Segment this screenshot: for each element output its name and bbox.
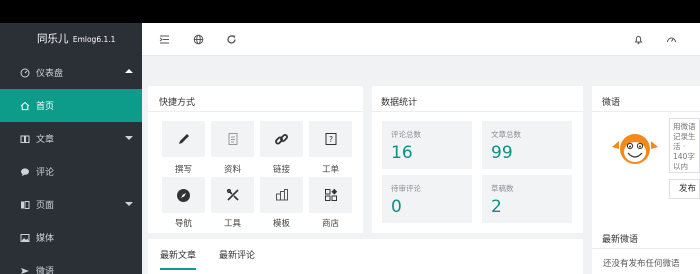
shortcut-label: 资料 (223, 165, 241, 175)
stat-value: 99 (491, 143, 513, 163)
shortcut-write[interactable] (162, 121, 205, 157)
stat-pending-comments[interactable]: 待审评论 0 (382, 175, 472, 223)
sidebar-item-label: 首页 (36, 102, 55, 112)
weiyu-title: 微语 (602, 98, 621, 108)
mascot-icon (612, 134, 658, 164)
weiyu-card: 微语 发布 (592, 86, 700, 233)
brand[interactable]: 同乐儿 Emlog6.1.1 (0, 23, 142, 56)
shortcut-label: 模板 (272, 219, 290, 229)
brand-name: 同乐儿 (37, 33, 69, 45)
template-icon (275, 189, 288, 201)
comment-icon (21, 167, 29, 176)
shortcut-label: 工单 (321, 165, 339, 175)
refresh-icon[interactable] (226, 34, 237, 45)
sidebar-item-label: 媒体 (36, 234, 55, 244)
brand-version: Emlog6.1.1 (72, 35, 116, 44)
page-icon (21, 200, 30, 209)
latest-weiyu-title: 最新微语 (602, 235, 639, 245)
top-header (142, 23, 700, 56)
stat-label: 评论总数 (391, 130, 421, 139)
compass-icon (177, 188, 190, 202)
latest-weiyu-empty: 还没有发布任何微语 (603, 259, 680, 269)
stat-drafts[interactable]: 草稿数 2 (482, 175, 572, 223)
stat-label: 文章总数 (491, 130, 521, 139)
weiyu-input[interactable] (669, 118, 700, 173)
shortcut-ticket[interactable]: ? (309, 121, 352, 157)
shortcut-tools[interactable] (211, 177, 254, 213)
stats-card: 数据统计 评论总数 16 文章总数 99 待审评论 0 草稿数 2 (372, 86, 583, 233)
home-icon (20, 101, 30, 110)
document-icon (228, 133, 237, 145)
stat-value: 0 (391, 197, 402, 217)
pencil-icon (178, 134, 189, 144)
link-icon (275, 133, 288, 144)
shortcut-label: 链接 (272, 165, 290, 175)
shortcut-label: 导航 (174, 219, 192, 229)
sidebar-item-dashboard[interactable]: 仪表盘 (0, 56, 142, 89)
divider (592, 111, 700, 112)
shortcut-label: 商店 (321, 219, 339, 229)
posts-tabs-card: 最新文章 最新评论 (148, 239, 583, 274)
sidebar-item-label: 仪表盘 (36, 69, 64, 79)
stat-label: 待审评论 (391, 184, 421, 193)
shortcut-template[interactable] (260, 177, 303, 213)
shortcuts-card: 快捷方式 撰写 资料 链接 ? 工单 导航 工具 模板 商店 (148, 86, 363, 233)
store-icon (324, 188, 337, 201)
latest-weiyu-card: 最新微语 还没有发布任何微语 (592, 223, 700, 274)
sidebar-item-label: 文章 (36, 135, 55, 145)
tools-icon (226, 188, 239, 201)
shortcut-store[interactable] (309, 177, 352, 213)
sidebar-item-label: 页面 (36, 201, 55, 211)
stat-comments-total[interactable]: 评论总数 16 (382, 121, 472, 169)
tab-latest-comments[interactable]: 最新评论 (219, 248, 255, 261)
article-icon (20, 135, 30, 143)
divider (148, 111, 363, 112)
stats-title: 数据统计 (381, 98, 418, 108)
ticket-icon: ? (325, 133, 336, 145)
menu-toggle-icon[interactable] (159, 34, 170, 45)
globe-icon[interactable] (193, 34, 204, 45)
stat-value: 2 (491, 197, 502, 217)
sidebar-item-media[interactable]: 媒体 (0, 221, 142, 254)
sidebar: 同乐儿 Emlog6.1.1 仪表盘 首页 文章 评论 页面 媒体 微语 (0, 23, 142, 274)
chevron-up-icon (125, 69, 133, 73)
shortcut-links[interactable] (260, 121, 303, 157)
stat-articles-total[interactable]: 文章总数 99 (482, 121, 572, 169)
dashboard-icon (20, 68, 30, 77)
shortcuts-title: 快捷方式 (159, 98, 196, 108)
sidebar-item-page[interactable]: 页面 (0, 188, 142, 221)
media-icon (20, 233, 30, 242)
sidebar-item-comment[interactable]: 评论 (0, 155, 142, 188)
divider (372, 111, 583, 112)
bell-icon[interactable] (633, 34, 644, 45)
chevron-down-icon (125, 202, 133, 206)
shortcut-label: 工具 (223, 219, 241, 229)
main-area: 快捷方式 撰写 资料 链接 ? 工单 导航 工具 模板 商店 数据统计 评论总数… (142, 23, 700, 274)
stat-label: 草稿数 (491, 184, 514, 193)
sidebar-item-label: 评论 (36, 168, 55, 178)
svg-text:?: ? (328, 135, 332, 144)
stat-value: 16 (391, 143, 413, 163)
divider (592, 248, 700, 249)
chevron-down-icon (125, 136, 133, 140)
sidebar-item-article[interactable]: 文章 (0, 122, 142, 155)
sidebar-item-twitter[interactable]: 微语 (0, 254, 142, 274)
shortcut-profile[interactable] (211, 121, 254, 157)
speed-icon[interactable] (666, 34, 677, 45)
twitter-icon (21, 267, 29, 274)
weiyu-submit-button[interactable]: 发布 (669, 179, 700, 199)
shortcut-label: 撰写 (174, 165, 192, 175)
sidebar-item-home[interactable]: 首页 (0, 89, 142, 122)
window-top-bar (0, 0, 700, 23)
shortcut-nav[interactable] (162, 177, 205, 213)
sidebar-item-label: 微语 (36, 267, 55, 274)
tab-latest-articles[interactable]: 最新文章 (160, 248, 197, 270)
